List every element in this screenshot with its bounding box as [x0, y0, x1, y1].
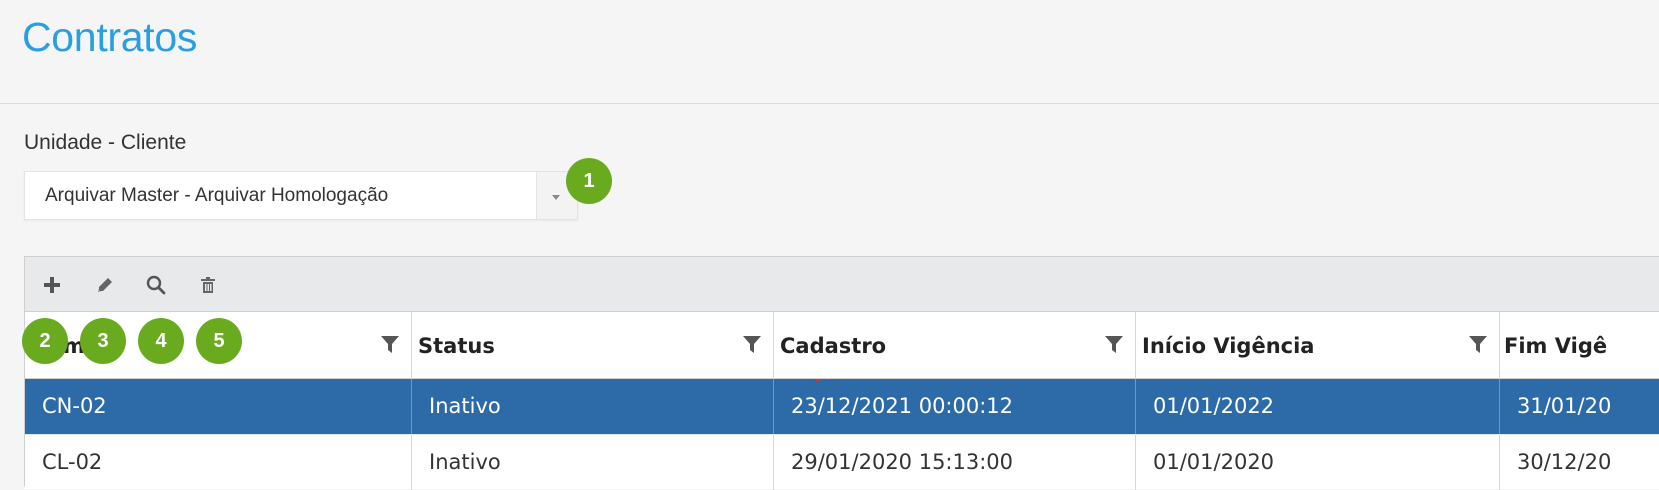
column-header-label: Fim Vigê	[1504, 334, 1608, 358]
plus-icon	[44, 277, 60, 293]
search-icon	[146, 275, 166, 295]
callout-badge-4: 4	[138, 318, 184, 364]
column-header-label: Início Vigência	[1142, 334, 1315, 358]
table-row[interactable]: CL-02 Inativo 29/01/2020 15:13:00 01/01/…	[25, 434, 1659, 490]
callout-badge-3: 3	[80, 318, 126, 364]
cell-text: Inativo	[429, 450, 501, 474]
callout-badge-5: 5	[196, 318, 242, 364]
delete-button[interactable]	[194, 271, 222, 299]
grid-header: Nome Status Cadastro Início Vigência Fim…	[25, 312, 1659, 379]
table-row[interactable]: CN-02 Inativo 23/12/2021 00:00:12 01/01/…	[25, 379, 1659, 434]
page-title: Contratos	[22, 14, 198, 60]
trash-icon	[201, 277, 215, 293]
cell-nome: CL-02	[25, 435, 412, 490]
cell-text: 23/12/2021 00:00:12	[791, 394, 1014, 418]
filter-icon[interactable]	[743, 336, 761, 359]
contracts-grid: Nome Status Cadastro Início Vigência Fim…	[24, 256, 1659, 490]
filter-icon[interactable]	[1469, 336, 1487, 359]
cell-text: Inativo	[429, 394, 501, 418]
filter-icon[interactable]	[381, 336, 399, 359]
unit-client-selected-value: Arquivar Master - Arquivar Homologação	[45, 185, 389, 206]
cell-cadastro: 29/01/2020 15:13:00	[774, 435, 1136, 490]
cell-fim-vigencia: 31/01/20	[1500, 379, 1659, 434]
cell-text: 31/01/20	[1517, 394, 1612, 418]
column-header-label: Status	[418, 334, 495, 358]
filter-icon[interactable]	[1105, 336, 1123, 359]
search-button[interactable]	[142, 271, 170, 299]
cell-text: 30/12/20	[1517, 450, 1612, 474]
callout-badge-2: 2	[22, 318, 68, 364]
cell-status: Inativo	[412, 379, 774, 434]
cell-nome: CN-02	[25, 379, 412, 434]
column-header-cadastro[interactable]: Cadastro	[774, 312, 1136, 379]
cell-status: Inativo	[412, 435, 774, 490]
cell-text: CL-02	[42, 450, 103, 474]
cell-text: CN-02	[42, 394, 107, 418]
header-divider	[0, 103, 1659, 104]
column-header-status[interactable]: Status	[412, 312, 774, 379]
column-header-inicio-vigencia[interactable]: Início Vigência	[1136, 312, 1500, 379]
grid-toolbar	[25, 257, 1659, 312]
column-header-label: Cadastro	[780, 334, 887, 358]
pencil-icon	[98, 278, 112, 292]
column-header-fim-vigencia[interactable]: Fim Vigê	[1500, 312, 1659, 379]
callout-badge-1: 1	[566, 158, 612, 204]
add-button[interactable]	[38, 271, 66, 299]
caret-down-icon	[552, 195, 560, 200]
cell-inicio-vigencia: 01/01/2022	[1136, 379, 1500, 434]
cursor-marker	[816, 379, 819, 382]
edit-button[interactable]	[91, 271, 119, 299]
cell-cadastro: 23/12/2021 00:00:12	[774, 379, 1136, 434]
cell-inicio-vigencia: 01/01/2020	[1136, 435, 1500, 490]
cell-fim-vigencia: 30/12/20	[1500, 435, 1659, 490]
cell-text: 01/01/2022	[1153, 394, 1275, 418]
unit-client-select[interactable]: Arquivar Master - Arquivar Homologação	[24, 171, 578, 220]
cell-text: 29/01/2020 15:13:00	[791, 450, 1014, 474]
unit-client-label: Unidade - Cliente	[24, 131, 187, 154]
cell-text: 01/01/2020	[1153, 450, 1275, 474]
